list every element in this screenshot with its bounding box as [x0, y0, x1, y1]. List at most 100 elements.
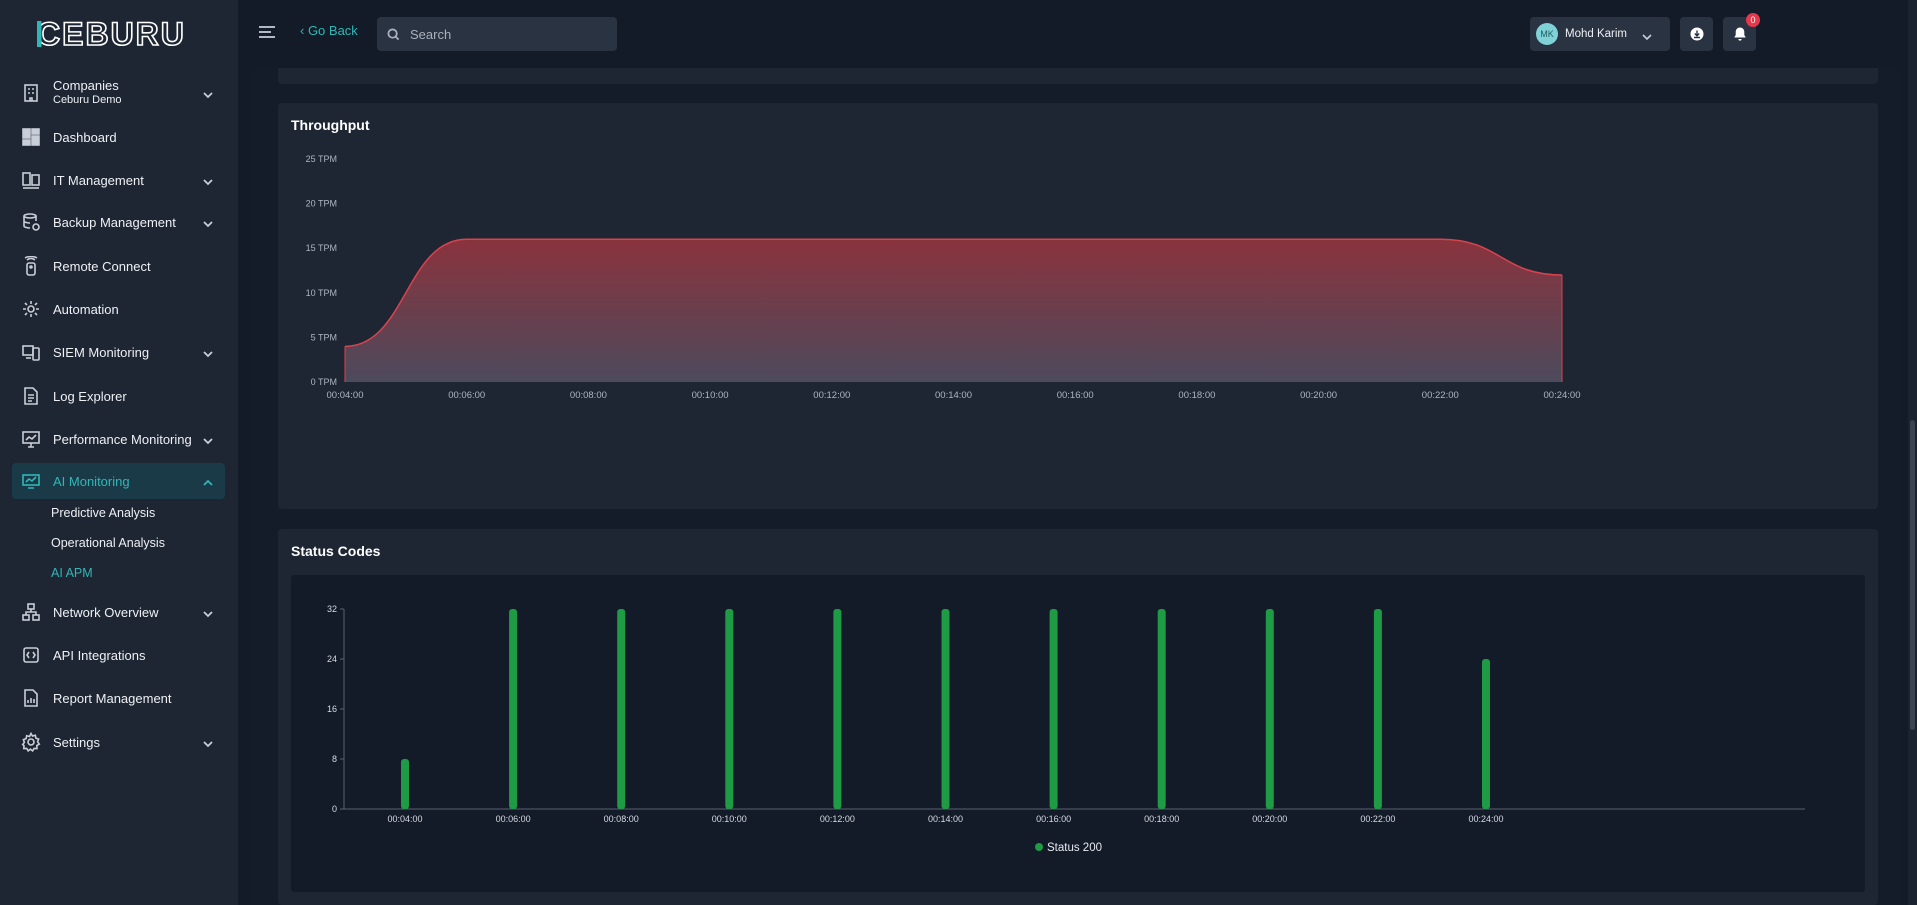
- chevron-up-icon: [203, 475, 213, 486]
- sidebar-item-it-management[interactable]: IT Management: [12, 162, 225, 198]
- status-bar[interactable]: [725, 609, 734, 809]
- sidebar-item-label: Network Overview: [53, 604, 159, 620]
- x-tick-label: 00:06:00: [496, 814, 531, 824]
- y-tick-label: 20 TPM: [306, 199, 337, 209]
- y-tick-label: 24: [327, 654, 337, 664]
- sidebar-item-companies[interactable]: Companies Ceburu Demo: [12, 75, 225, 111]
- status-bar[interactable]: [1482, 659, 1490, 809]
- notifications-button[interactable]: 0: [1723, 13, 1760, 51]
- legend-label[interactable]: Status 200: [1047, 842, 1102, 854]
- y-tick-label: 16: [327, 704, 337, 714]
- sidebar-item-label: IT Management: [53, 172, 144, 188]
- x-tick-label: 00:18:00: [1178, 390, 1215, 401]
- status-bar[interactable]: [1157, 609, 1166, 809]
- sidebar-item-performance-monitoring[interactable]: Performance Monitoring: [12, 421, 225, 457]
- log-icon: [20, 385, 42, 407]
- company-name: Ceburu Demo: [53, 94, 122, 106]
- chevron-down-icon: [203, 216, 213, 228]
- x-tick-label: 00:08:00: [570, 390, 607, 401]
- bell-icon: [1733, 27, 1746, 41]
- go-back-link[interactable]: ‹ Go Back: [300, 23, 358, 38]
- svg-text:CEBURU: CEBURU: [37, 17, 186, 51]
- backup-icon: [20, 211, 42, 233]
- sidebar-subitem-ai-apm[interactable]: AI APM: [51, 566, 93, 580]
- avatar: MK: [1536, 23, 1558, 45]
- previous-panel-edge: [278, 68, 1878, 84]
- y-tick-label: 32: [327, 604, 337, 614]
- status-bar[interactable]: [833, 609, 842, 809]
- user-name: Mohd Karim: [1565, 28, 1627, 40]
- sidebar-item-dashboard[interactable]: Dashboard: [12, 119, 225, 155]
- menu-toggle-icon[interactable]: [258, 24, 276, 40]
- sidebar-item-automation[interactable]: Automation: [12, 291, 225, 327]
- sidebar-item-settings[interactable]: Settings: [12, 724, 225, 760]
- status-codes-panel: Status Codes 0 8 16 24 32 00:04:00 00:06:00 00:…: [278, 529, 1878, 905]
- throughput-panel: Throughput 0 TPM 5 TPM 10 TPM 15 TPM 20 TPM 2…: [278, 103, 1878, 509]
- x-tick-label: 00:16:00: [1057, 390, 1094, 401]
- topbar: ‹ Go Back 0 MK Mohd Karim: [238, 0, 1917, 68]
- x-tick-label: 00:10:00: [712, 814, 747, 824]
- y-tick-label: 0 TPM: [311, 377, 337, 387]
- sidebar-item-network-overview[interactable]: Network Overview: [12, 594, 225, 630]
- sidebar-item-label: Log Explorer: [53, 388, 127, 404]
- status-bar[interactable]: [1373, 609, 1382, 809]
- sidebar-item-label: API Integrations: [53, 647, 146, 663]
- network-icon: [20, 601, 42, 623]
- api-icon: [20, 644, 42, 666]
- sidebar-item-label: Dashboard: [53, 129, 117, 145]
- automation-icon: [20, 298, 42, 320]
- download-icon: [1690, 27, 1703, 41]
- user-menu[interactable]: MK Mohd Karim: [1530, 17, 1661, 51]
- x-tick-label: 00:14:00: [935, 390, 972, 401]
- x-tick-label: 00:04:00: [327, 390, 364, 401]
- sidebar-subitem-operational-analysis[interactable]: Operational Analysis: [51, 536, 165, 550]
- x-tick-label: 00:22:00: [1360, 814, 1395, 824]
- download-button[interactable]: [1680, 17, 1713, 51]
- x-tick-label: 00:06:00: [448, 390, 485, 401]
- building-icon: [20, 82, 42, 104]
- ceburu-logo[interactable]: CEBURU: [37, 16, 197, 52]
- search-input[interactable]: [410, 26, 600, 42]
- notification-badge: 0: [1746, 13, 1760, 27]
- sidebar-item-ai-monitoring[interactable]: AI Monitoring: [12, 463, 225, 499]
- chevron-down-icon: [203, 87, 213, 99]
- status-bar[interactable]: [941, 609, 950, 809]
- ai-monitoring-icon: [20, 470, 42, 492]
- status-bar[interactable]: [401, 759, 409, 809]
- remote-icon: [20, 255, 42, 277]
- sidebar-item-api-integrations[interactable]: API Integrations: [12, 637, 225, 673]
- sidebar-item-remote-connect[interactable]: Remote Connect: [12, 248, 225, 284]
- status-bar[interactable]: [1049, 609, 1058, 809]
- performance-icon: [20, 428, 42, 450]
- x-tick-label: 00:20:00: [1300, 390, 1337, 401]
- chevron-down-icon: [203, 346, 213, 358]
- y-tick-label: 8: [332, 754, 337, 764]
- it-management-icon: [20, 169, 42, 191]
- x-tick-label: 00:08:00: [604, 814, 639, 824]
- throughput-area: [345, 239, 1562, 382]
- sidebar-item-siem-monitoring[interactable]: SIEM Monitoring: [12, 334, 225, 370]
- sidebar-subitem-predictive-analysis[interactable]: Predictive Analysis: [51, 506, 155, 520]
- sidebar-item-label: AI Monitoring: [53, 473, 130, 489]
- sidebar-item-backup-management[interactable]: Backup Management: [12, 204, 225, 240]
- chevron-down-icon: [203, 606, 213, 618]
- status-bar[interactable]: [509, 609, 518, 809]
- chevron-down-icon: [203, 736, 213, 748]
- status-bar[interactable]: [1265, 609, 1274, 809]
- x-tick-label: 00:04:00: [387, 814, 422, 824]
- sidebar-item-label: SIEM Monitoring: [53, 344, 150, 360]
- sidebar-item-label: Remote Connect: [53, 258, 151, 274]
- x-tick-label: 00:20:00: [1252, 814, 1287, 824]
- scrollbar-thumb[interactable]: [1910, 420, 1915, 730]
- y-tick-label: 5 TPM: [311, 332, 337, 342]
- siem-icon: [20, 341, 42, 363]
- sidebar-item-report-management[interactable]: Report Management: [12, 680, 225, 716]
- status-bar[interactable]: [617, 609, 626, 809]
- y-tick-label: 10 TPM: [306, 288, 337, 298]
- y-tick-label: 0: [332, 804, 337, 814]
- x-tick-label: 00:12:00: [820, 814, 855, 824]
- x-tick-label: 00:22:00: [1422, 390, 1459, 401]
- y-tick-label: 25 TPM: [306, 154, 337, 164]
- sidebar-item-log-explorer[interactable]: Log Explorer: [12, 378, 225, 414]
- x-tick-label: 00:24:00: [1544, 390, 1581, 401]
